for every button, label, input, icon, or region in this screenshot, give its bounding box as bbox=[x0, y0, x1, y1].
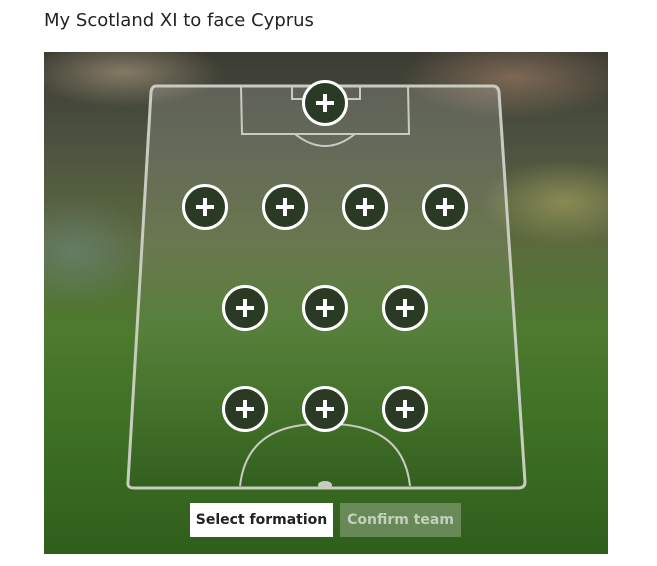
player-slot-forward-2[interactable] bbox=[302, 386, 348, 432]
player-slot-goalkeeper[interactable] bbox=[302, 80, 348, 126]
player-slot-defender-3[interactable] bbox=[342, 184, 388, 230]
select-formation-button[interactable]: Select formation bbox=[190, 503, 333, 537]
player-slot-midfielder-2[interactable] bbox=[302, 285, 348, 331]
player-slot-defender-1[interactable] bbox=[182, 184, 228, 230]
confirm-team-button: Confirm team bbox=[340, 503, 461, 537]
player-slot-defender-2[interactable] bbox=[262, 184, 308, 230]
player-slot-midfielder-1[interactable] bbox=[222, 285, 268, 331]
player-slot-midfielder-3[interactable] bbox=[382, 285, 428, 331]
centre-spot bbox=[318, 481, 332, 489]
pitch-area: Select formation Confirm team bbox=[44, 52, 608, 554]
player-slot-forward-1[interactable] bbox=[222, 386, 268, 432]
player-slot-defender-4[interactable] bbox=[422, 184, 468, 230]
player-slot-forward-3[interactable] bbox=[382, 386, 428, 432]
page-title: My Scotland XI to face Cyprus bbox=[44, 10, 314, 31]
